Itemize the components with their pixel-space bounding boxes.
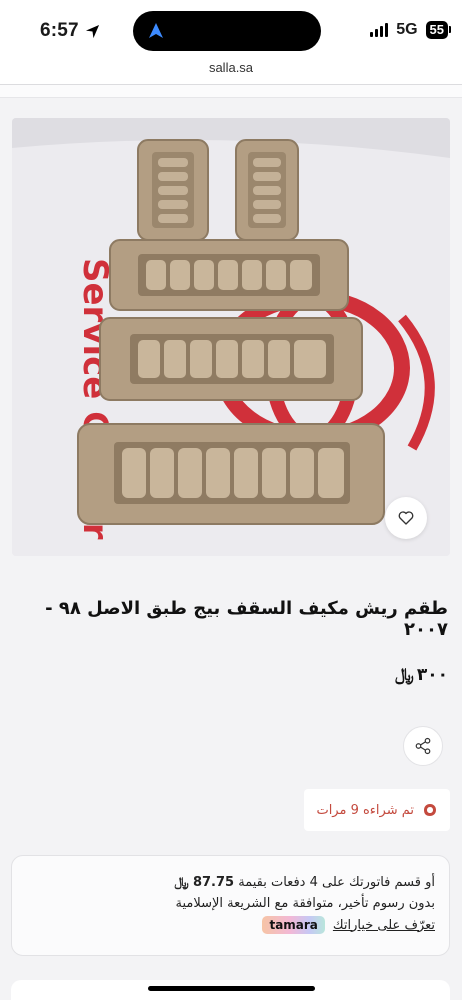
dynamic-island xyxy=(133,11,321,51)
status-indicators: 5G 55 xyxy=(370,21,452,39)
tamara-line1-prefix: أو قسم فاتورتك على 4 دفعات بقيمة xyxy=(238,875,435,890)
battery-icon: 55 xyxy=(425,21,452,39)
home-indicator xyxy=(148,986,315,991)
status-time: 6:57 xyxy=(40,20,100,42)
tamara-terms-line: بدون رسوم تأخير، متوافقة مع الشريعة الإس… xyxy=(175,896,436,911)
location-arrow-icon xyxy=(85,24,99,38)
digit-five-icon xyxy=(424,804,436,816)
product-price: ٣٠٠ ﷼ xyxy=(395,665,448,685)
purchase-count-badge: تم شراءه 9 مرات xyxy=(304,789,450,831)
status-bar: 6:57 5G 55 xyxy=(0,0,462,62)
long-vent-2 xyxy=(99,317,363,401)
long-vent-3 xyxy=(77,423,385,525)
price-value: ٣٠٠ xyxy=(416,665,448,685)
tamara-footer: تعرّف على خياراتك tamara xyxy=(26,916,435,934)
small-vent-left xyxy=(137,139,209,241)
heart-icon xyxy=(398,511,414,525)
product-photo: Service Center xyxy=(12,118,450,556)
cellular-signal-icon xyxy=(370,23,389,37)
product-title: طقم ريش مكيف السقف بيج طبق الاصل ٩٨ - ٢٠… xyxy=(45,598,448,640)
tamara-installments-card: أو قسم فاتورتك على 4 دفعات بقيمة 87.75 ﷼… xyxy=(11,855,450,956)
url-text: salla.sa xyxy=(208,60,254,75)
riyal-currency-icon: ﷼ xyxy=(395,665,414,685)
product-image[interactable]: Service Center xyxy=(12,118,450,556)
small-vent-right xyxy=(235,139,299,241)
tamara-logo: tamara xyxy=(262,916,325,934)
page-header-strip xyxy=(0,85,462,98)
riyal-currency-icon: ﷼ xyxy=(174,875,189,890)
share-button[interactable] xyxy=(403,726,443,766)
tamara-installment-line: أو قسم فاتورتك على 4 دفعات بقيمة 87.75 ﷼ xyxy=(26,872,435,893)
tamara-installment-amount: 87.75 xyxy=(192,875,235,890)
network-type: 5G xyxy=(396,21,418,38)
tamara-learn-more-link[interactable]: تعرّف على خياراتك xyxy=(333,918,435,933)
wishlist-button[interactable] xyxy=(385,497,427,539)
navigation-icon xyxy=(149,23,163,38)
share-icon xyxy=(415,737,431,755)
status-time-text: 6:57 xyxy=(40,20,79,41)
purchase-count-text: تم شراءه 9 مرات xyxy=(316,802,414,818)
long-vent-1 xyxy=(109,239,349,311)
address-bar[interactable]: salla.sa xyxy=(0,60,462,84)
